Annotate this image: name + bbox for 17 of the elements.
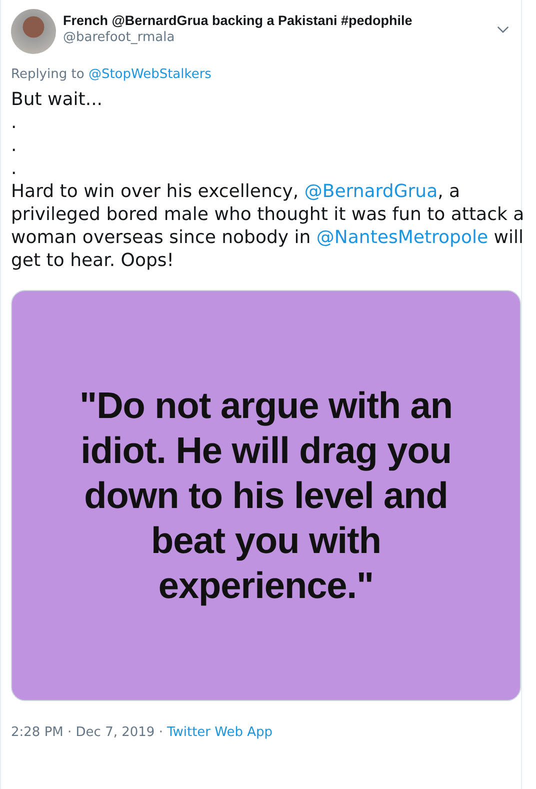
reply-label: Replying to (11, 67, 86, 82)
mention-link[interactable]: @StopWebStalkers (88, 67, 212, 82)
image-card[interactable]: "Do not argue with an idiot. He will drag you down to his level and beat you with experience." (11, 290, 521, 701)
display-name[interactable]: French @BernardGrua backing a Pakistani #pedophile (63, 13, 497, 28)
tweet-text: But wait... (11, 88, 104, 111)
user-handle[interactable]: @barefoot_rmala (63, 30, 497, 45)
source-link[interactable]: Twitter Web App (166, 725, 273, 740)
avatar[interactable] (11, 9, 56, 54)
mention-link[interactable]: @NantesMetropole (316, 227, 488, 248)
chevron-down-icon[interactable] (497, 26, 509, 33)
quote-text: "Do not argue with an idiot. He will drag you down to his level and beat you with experience." (78, 384, 454, 608)
tweet-text: . (11, 157, 18, 180)
tweet-text: . (11, 134, 18, 157)
timestamp[interactable]: 2:28 PM · Dec 7, 2019 · (11, 725, 163, 740)
tweet-text: Hard to win over his excellency, @BernardGrua, a privileged bored male who thought it was fun to attack a woman overseas since nobody in @NantesMetropole will get to hear. Oops! (11, 180, 526, 272)
mention-link[interactable]: @BernardGrua (304, 181, 438, 202)
tweet-text: . (11, 111, 18, 134)
